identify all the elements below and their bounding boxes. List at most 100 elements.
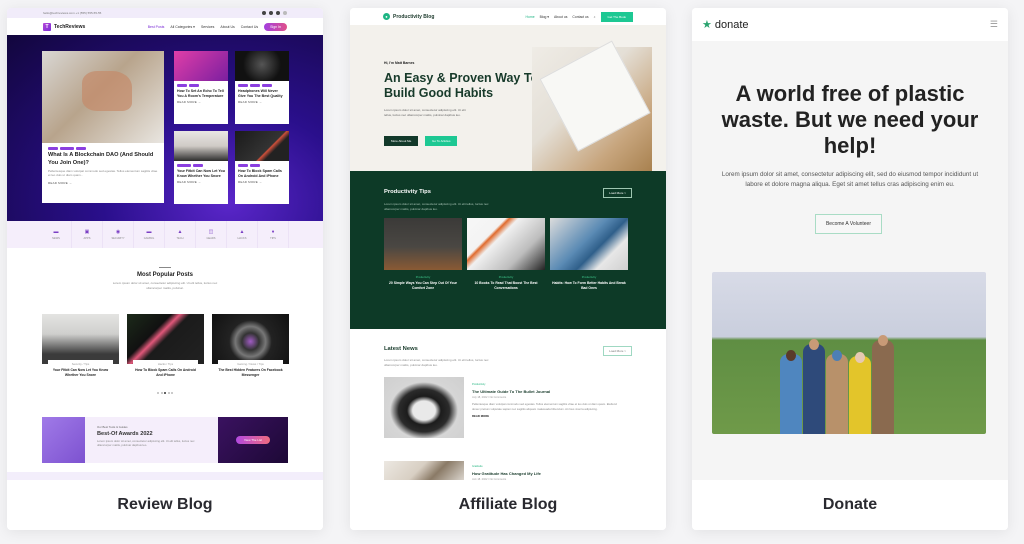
nav-item-blog[interactable]: Blog ▾: [540, 15, 549, 19]
nav-item-contact[interactable]: Contact Us: [241, 25, 258, 29]
featured-post[interactable]: What Is A Blockchain DAO (And Should You…: [42, 51, 164, 203]
facebook-icon[interactable]: [262, 11, 266, 15]
nav-item-about[interactable]: About Us: [220, 25, 234, 29]
category-tech[interactable]: ▲ TECH: [165, 221, 196, 248]
post-title[interactable]: Habits: How To Form Better Habits And Br…: [550, 281, 628, 291]
divider: [159, 267, 171, 268]
read-more-link[interactable]: READ MORE →: [235, 178, 289, 186]
card-caption: Review Blog: [7, 480, 323, 530]
awards-banner: Our Best Tools & Guides Best-Of Awards 2…: [42, 417, 288, 463]
nav-item-home[interactable]: Home: [526, 15, 535, 19]
post-category[interactable]: Productivity: [467, 275, 545, 279]
post-title[interactable]: The Ultimate Guide To The Bullet Journal: [472, 389, 617, 394]
navbar: ★ donate ☰: [692, 8, 1008, 41]
view-list-button[interactable]: View The List: [236, 436, 270, 444]
small-post[interactable]: How To Set An Echo To Tell You A Room's …: [174, 51, 228, 124]
small-post[interactable]: Headphones Will Never Give You The Best …: [235, 51, 289, 124]
post-category[interactable]: Productivity: [384, 275, 462, 279]
section-desc: Lorem ipsum dolor sit amet, consectetur …: [112, 281, 218, 290]
nav-item-all-categories[interactable]: All Categories ▾: [170, 25, 195, 29]
section-desc: Lorem ipsum dolor sit amet, consectetur …: [384, 202, 489, 211]
category-tips[interactable]: ♦ TIPS: [258, 221, 289, 248]
section-title: Latest News: [384, 346, 418, 352]
post-image: [174, 131, 228, 161]
search-icon[interactable]: ⌕: [594, 15, 596, 19]
category-gaming[interactable]: ▬ GAMING: [134, 221, 165, 248]
post-title[interactable]: Your Fitbit Can Now Let You Know Whether…: [42, 366, 119, 379]
read-more-link[interactable]: READ MORE →: [174, 178, 228, 186]
post-image: [550, 218, 628, 270]
post-title[interactable]: 10 Books To Read That Boost The Best Con…: [467, 281, 545, 291]
category-apps[interactable]: ▣ APPS: [72, 221, 103, 248]
category-security[interactable]: ◉ SECURITY: [103, 221, 134, 248]
small-post[interactable]: Your Fitbit Can Now Let You Know Whether…: [174, 131, 228, 204]
logo-icon: ●: [383, 13, 390, 20]
nav-item-services[interactable]: Services: [201, 25, 214, 29]
load-more-button[interactable]: Load More >: [603, 188, 632, 198]
more-about-me-button[interactable]: More About Me: [384, 136, 419, 146]
twitter-icon[interactable]: [269, 11, 273, 15]
featured-title[interactable]: What Is A Blockchain DAO (And Should You…: [42, 152, 164, 167]
tip-post[interactable]: Productivity Habits: How To Form Better …: [550, 218, 628, 291]
post-title[interactable]: 20 Simple Ways You Can Step Out Of Your …: [384, 281, 462, 291]
tip-post[interactable]: Productivity 10 Books To Read That Boost…: [467, 218, 545, 291]
become-volunteer-button[interactable]: Become A Volunteer: [815, 214, 882, 234]
instagram-icon[interactable]: [276, 11, 280, 15]
go-to-articles-button[interactable]: Go To Articles: [425, 136, 458, 146]
logo[interactable]: T TechReviews: [43, 22, 86, 31]
tip-post[interactable]: Productivity 20 Simple Ways You Can Step…: [384, 218, 462, 291]
nav-item-best-posts[interactable]: Best Posts: [148, 25, 165, 29]
hero-greeting: Hi, I'm Matt Barnes: [384, 61, 415, 65]
search-icon[interactable]: [283, 11, 287, 15]
donate-card[interactable]: ★ donate ☰ A world free of plastic waste…: [692, 8, 1008, 530]
news-item[interactable]: Productivity The Ultimate Guide To The B…: [384, 377, 617, 438]
review-blog-card[interactable]: hello@techreviews.com +1 (555) 555-55-55…: [7, 8, 323, 530]
post-title[interactable]: How To Block Spam Calls On Android And i…: [235, 169, 289, 178]
nav-item-about[interactable]: About us: [554, 15, 567, 19]
post-category[interactable]: Gratitude: [472, 465, 541, 468]
load-more-button[interactable]: Load More >: [603, 346, 632, 356]
hero-section: What Is A Blockchain DAO (And Should You…: [7, 35, 323, 221]
tips-icon: ♦: [271, 228, 275, 235]
popular-post[interactable]: Gaming / News / Tips The Best Hidden Fea…: [212, 314, 289, 379]
logo-text: donate: [714, 18, 749, 31]
post-title[interactable]: Your Fitbit Can Now Let You Know Whether…: [174, 169, 228, 178]
read-more-link[interactable]: READ MORE →: [235, 98, 289, 106]
post-title[interactable]: The Best Hidden Features On Facebook Mes…: [212, 366, 289, 379]
tech-icon: ▲: [177, 228, 183, 235]
category-hacks[interactable]: ▲ HACKS: [227, 221, 258, 248]
get-book-button[interactable]: Get The Book: [600, 11, 633, 22]
read-more-link[interactable]: READ MORE →: [42, 179, 164, 187]
read-more-link[interactable]: READ MORE: [472, 414, 617, 418]
award-desc: Lorem ipsum dolor sit amet, consectetur …: [97, 439, 195, 447]
nav-item-contact[interactable]: Contact us: [572, 15, 588, 19]
post-meta: Security / Tips: [48, 360, 113, 366]
logo-text: TechReviews: [54, 23, 86, 30]
hero-title: An Easy & Proven Way To Build Good Habit…: [384, 71, 539, 100]
small-post[interactable]: How To Block Spam Calls On Android And i…: [235, 131, 289, 204]
hero-section: A world free of plastic waste. But we ne…: [692, 41, 1008, 530]
post-category[interactable]: Productivity: [550, 275, 628, 279]
post-title[interactable]: How To Set An Echo To Tell You A Room's …: [174, 89, 228, 98]
carousel-dots[interactable]: [7, 392, 323, 394]
category-news[interactable]: ▬ NEWS: [41, 221, 72, 248]
post-category[interactable]: Productivity: [472, 383, 617, 386]
post-title[interactable]: How To Block Spam Calls On Android And i…: [127, 366, 204, 379]
logo[interactable]: ● Productivity Blog: [383, 13, 434, 20]
read-more-link[interactable]: READ MORE →: [174, 98, 228, 106]
post-image: [384, 377, 464, 438]
popular-post[interactable]: Hacks / Tips How To Block Spam Calls On …: [127, 314, 204, 379]
planner-image: [532, 47, 652, 171]
category-gears[interactable]: ◫ GEARS: [196, 221, 227, 248]
affiliate-blog-card[interactable]: ● Productivity Blog Home Blog ▾ About us…: [350, 8, 666, 530]
hamburger-menu-icon[interactable]: ☰: [990, 19, 998, 30]
featured-image: [42, 51, 164, 143]
popular-post[interactable]: Security / Tips Your Fitbit Can Now Let …: [42, 314, 119, 379]
nav-menu: Home Blog ▾ About us Contact us ⌕ Get Th…: [526, 11, 633, 22]
gaming-icon: ▬: [146, 228, 152, 235]
post-title[interactable]: How Gratitude Has Changed My Life: [472, 471, 541, 476]
sign-in-button[interactable]: Sign In: [264, 22, 287, 31]
logo[interactable]: ★ donate: [702, 18, 749, 32]
popular-posts: Security / Tips Your Fitbit Can Now Let …: [42, 314, 289, 379]
post-title[interactable]: Headphones Will Never Give You The Best …: [235, 89, 289, 98]
